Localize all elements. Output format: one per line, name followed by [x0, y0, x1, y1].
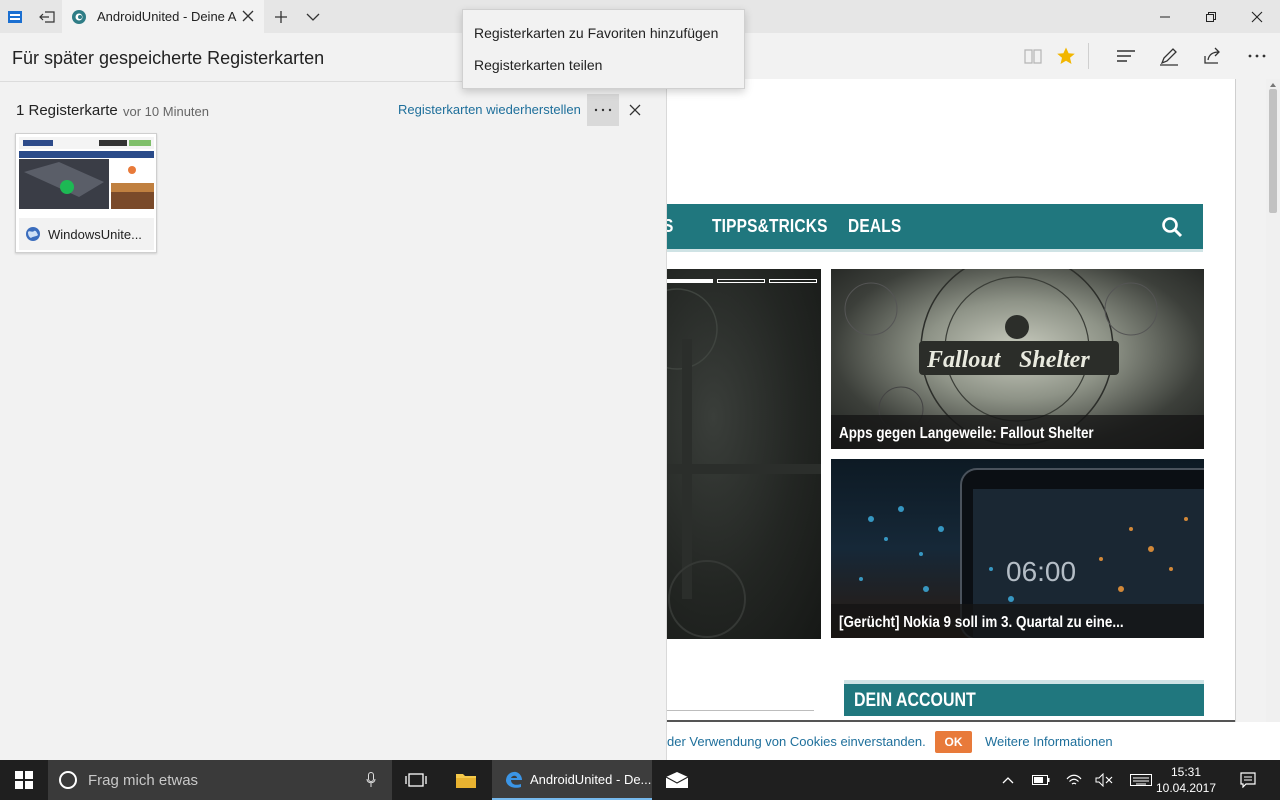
cortana-search-box[interactable]: Frag mich etwas — [48, 760, 392, 800]
card-title[interactable]: [Gerücht] Nokia 9 soll im 3. Quartal zu … — [839, 614, 1124, 632]
scroll-up-icon[interactable] — [1269, 81, 1277, 89]
tab-group-title: 1 Registerkarte — [16, 102, 118, 119]
article-card[interactable]: Fallout Shelter Apps gegen Langeweile: F… — [831, 269, 1204, 449]
edge-window: AndroidUnited - Deine A TIPPS&TRICKS DEA… — [0, 0, 1280, 800]
taskbar-edge-app[interactable]: AndroidUnited - De... — [492, 760, 652, 800]
slider-image[interactable] — [667, 269, 821, 639]
edge-logo-icon — [506, 771, 522, 788]
chevron-up-icon[interactable] — [998, 770, 1018, 790]
hub-icon[interactable] — [1113, 43, 1139, 69]
thumbnail-preview-image — [19, 137, 154, 214]
content-divider — [667, 710, 814, 711]
tab-close-icon[interactable] — [240, 8, 256, 24]
search-placeholder: Frag mich etwas — [88, 772, 199, 789]
tabs-aside-panel: Für später gespeicherte Registerkarten 1… — [0, 33, 667, 760]
minimize-icon[interactable] — [1142, 0, 1188, 33]
scroll-thumb[interactable] — [1269, 89, 1277, 213]
site-navbar: S TIPPS&TRICKS DEALS — [667, 204, 1203, 249]
favorite-star-icon[interactable] — [1053, 43, 1079, 69]
context-menu: Registerkarten zu Favoriten hinzufügen R… — [462, 9, 745, 89]
edge-task-label: AndroidUnited - De... — [530, 772, 652, 787]
active-tab[interactable]: AndroidUnited - Deine A — [62, 0, 264, 33]
site-favicon-icon — [72, 9, 86, 24]
menu-item-share-tabs[interactable]: Registerkarten teilen — [474, 57, 602, 73]
cookie-more-link[interactable]: Weitere Informationen — [985, 734, 1113, 749]
thumbnail-label: WindowsUnite... — [19, 218, 154, 250]
window-close-icon[interactable] — [1234, 0, 1280, 33]
start-button[interactable] — [0, 760, 48, 800]
wifi-icon[interactable] — [1064, 770, 1084, 790]
action-center-icon[interactable] — [1238, 770, 1258, 790]
nav-item-partial[interactable]: S — [667, 216, 674, 237]
web-page-content: S TIPPS&TRICKS DEALS Fallout — [667, 79, 1235, 760]
restore-icon[interactable] — [1188, 0, 1234, 33]
slider-dot[interactable] — [769, 279, 817, 283]
cookie-ok-button[interactable]: OK — [935, 731, 972, 753]
tab-preview-icon[interactable] — [0, 0, 30, 33]
account-title: DEIN ACCOUNT — [854, 690, 976, 711]
card-title[interactable]: Apps gegen Langeweile: Fallout Shelter — [839, 425, 1094, 443]
web-note-icon[interactable] — [1156, 43, 1182, 69]
reading-view-icon[interactable] — [1020, 43, 1046, 69]
share-icon[interactable] — [1199, 43, 1225, 69]
group-more-button[interactable] — [587, 94, 619, 126]
panel-title: Für später gespeicherte Registerkarten — [12, 48, 325, 68]
globe-icon — [26, 227, 40, 241]
phone-clock-text: 06:00 — [1006, 556, 1076, 587]
chevron-down-icon[interactable] — [300, 0, 326, 33]
taskbar-clock[interactable]: 15:31 10.04.2017 — [1155, 764, 1217, 796]
battery-icon[interactable] — [1031, 770, 1051, 790]
cookie-notice: der Verwendung von Cookies einverstanden… — [667, 722, 1280, 760]
windows-logo-icon — [15, 771, 33, 789]
file-explorer-icon[interactable] — [442, 760, 490, 800]
volume-muted-icon[interactable] — [1094, 770, 1114, 790]
clock-time: 15:31 — [1170, 765, 1202, 779]
article-card[interactable]: 06:00 [Gerücht] Nokia 9 soll im 3. Quart… — [831, 459, 1204, 638]
slider-dot[interactable] — [717, 279, 765, 283]
clock-date: 10.04.2017 — [1155, 781, 1217, 795]
nav-item-tipps-tricks[interactable]: TIPPS&TRICKS — [712, 216, 828, 237]
close-icon — [629, 104, 641, 116]
task-view-icon[interactable] — [392, 760, 440, 800]
cookie-text: der Verwendung von Cookies einverstanden… — [667, 734, 926, 749]
account-widget-header: DEIN ACCOUNT — [844, 680, 1204, 716]
search-icon[interactable] — [1161, 216, 1183, 238]
more-dots-icon — [594, 108, 612, 112]
toolbar-separator — [1088, 43, 1089, 69]
fallout-logo-shelter: Shelter — [1019, 347, 1090, 373]
browser-toolbar — [667, 33, 1280, 79]
page-edge — [1235, 79, 1236, 760]
slider-dot[interactable] — [667, 279, 713, 283]
more-actions-icon[interactable] — [1244, 43, 1270, 69]
mail-icon[interactable] — [653, 760, 701, 800]
navbar-underline — [667, 249, 1203, 252]
tab-group-time: vor 10 Minuten — [123, 104, 209, 119]
keyboard-icon[interactable] — [1129, 770, 1153, 790]
saved-tab-thumbnail[interactable]: WindowsUnite... — [15, 133, 157, 253]
thumbnail-title: WindowsUnite... — [48, 226, 142, 242]
set-tabs-aside-icon[interactable] — [32, 0, 62, 33]
restore-tabs-link[interactable]: Registerkarten wiederherstellen — [398, 102, 581, 117]
fallout-logo-fallout: Fallout — [926, 347, 1002, 373]
cortana-icon — [59, 771, 77, 789]
menu-item-add-to-favorites[interactable]: Registerkarten zu Favoriten hinzufügen — [474, 25, 718, 41]
page-scrollbar[interactable] — [1266, 79, 1280, 760]
tab-title: AndroidUnited - Deine A — [97, 9, 237, 24]
microphone-icon[interactable] — [366, 772, 376, 788]
nav-item-deals[interactable]: DEALS — [848, 216, 901, 237]
new-tab-icon[interactable] — [268, 0, 294, 33]
group-close-button[interactable] — [622, 94, 648, 126]
windows-taskbar: Frag mich etwas AndroidUnited - De... 15… — [0, 760, 1280, 800]
